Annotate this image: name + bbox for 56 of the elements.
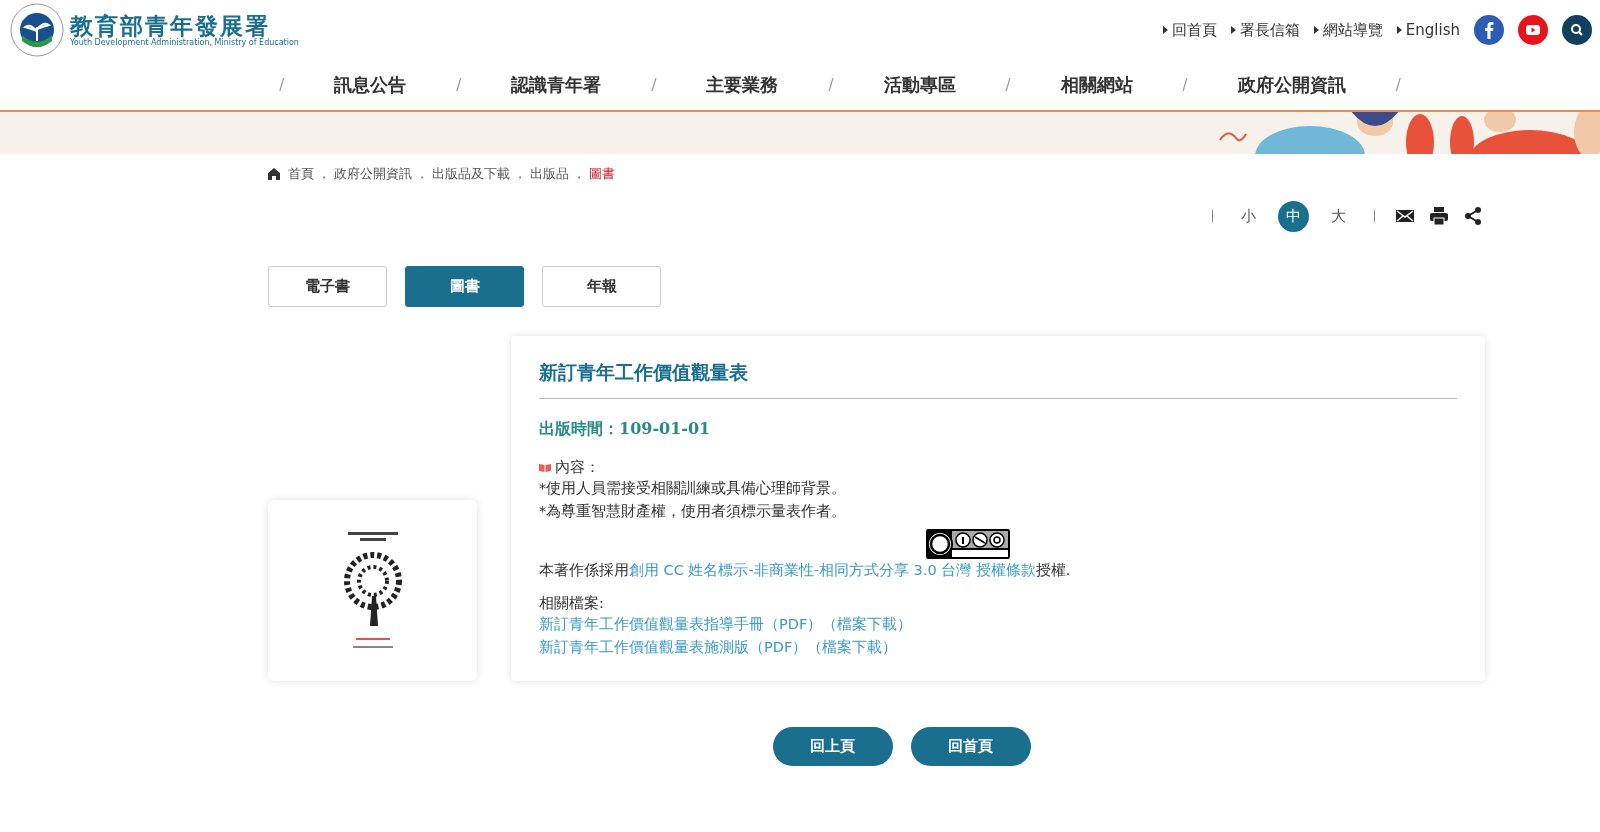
nav-item[interactable]: 認識青年署 xyxy=(511,73,602,97)
tab[interactable]: 圖書 xyxy=(405,266,524,307)
nav-item[interactable]: 活動專區 xyxy=(883,73,956,97)
nav-separator: / xyxy=(1004,76,1012,94)
font-size-button[interactable]: 中 xyxy=(1278,200,1309,232)
nav-button[interactable]: 回首頁 xyxy=(910,727,1031,766)
site-subtitle: Youth Development Administration, Ministry of Education xyxy=(70,38,299,48)
print-icon[interactable] xyxy=(1429,206,1449,226)
nav-item[interactable]: 主要業務 xyxy=(706,73,779,97)
breadcrumb-link[interactable]: 出版品及下載 xyxy=(432,165,510,183)
content-text: *為尊重智慧財產權，使用者須標示量表作者。 xyxy=(539,502,848,521)
share-icon[interactable] xyxy=(1463,206,1483,226)
top-link[interactable]: 署長信箱 xyxy=(1230,20,1300,40)
search-icon[interactable] xyxy=(1562,15,1592,45)
nav-separator: / xyxy=(455,76,463,94)
license-text: 本著作係採用創用 CC 姓名標示-非商業性-相同方式分享 3.0 台灣 授權條款授權. xyxy=(539,561,1072,580)
book-icon xyxy=(539,463,551,472)
breadcrumb-separator: ， xyxy=(573,165,585,183)
breadcrumb-link[interactable]: 政府公開資訊 xyxy=(334,165,412,183)
nav-item[interactable]: 政府公開資訊 xyxy=(1237,73,1346,97)
cc-license-badge[interactable] xyxy=(926,529,1010,559)
breadcrumb-separator: ， xyxy=(514,165,526,183)
breadcrumb-link[interactable]: 首頁 xyxy=(288,165,314,183)
nav-button[interactable]: 回上頁 xyxy=(772,727,893,766)
breadcrumb-separator: ， xyxy=(416,165,428,183)
home-icon xyxy=(268,168,280,180)
tab[interactable]: 年報 xyxy=(542,266,661,307)
nav-separator: / xyxy=(278,76,286,94)
nav-separator: / xyxy=(650,76,658,94)
youtube-icon[interactable] xyxy=(1518,15,1548,45)
top-link[interactable]: 回首頁 xyxy=(1162,20,1217,40)
nav-item[interactable]: 訊息公告 xyxy=(334,73,407,97)
facebook-icon[interactable] xyxy=(1474,15,1504,45)
top-link[interactable]: 網站導覽 xyxy=(1313,20,1383,40)
breadcrumb-link[interactable]: 出版品 xyxy=(530,165,569,183)
nav-separator: / xyxy=(1181,76,1189,94)
nav-item[interactable]: 相關網站 xyxy=(1060,73,1133,97)
nav-separator: / xyxy=(827,76,835,94)
nav-separator: / xyxy=(1394,76,1402,94)
publication-title: 新訂青年工作價值觀量表 xyxy=(539,360,1457,399)
files-label: 相關檔案: xyxy=(539,594,605,613)
tab[interactable]: 電子書 xyxy=(268,266,387,307)
font-size-button[interactable]: 大 xyxy=(1323,200,1354,232)
site-title[interactable]: 教育部青年發展署 xyxy=(70,12,299,39)
ministry-emblem-icon xyxy=(10,3,64,57)
breadcrumb-link[interactable]: 圖書 xyxy=(589,165,615,183)
triangle-bullet-icon xyxy=(1396,26,1402,34)
content-text: *使用人員需接受相關訓練或具備心理師背景。 xyxy=(539,479,848,498)
breadcrumb-separator: ， xyxy=(318,165,330,183)
top-link[interactable]: English xyxy=(1396,21,1460,39)
triangle-bullet-icon xyxy=(1162,26,1168,34)
publish-date: 出版時間：109-01-01 xyxy=(539,419,712,440)
triangle-bullet-icon xyxy=(1230,26,1236,34)
triangle-bullet-icon xyxy=(1313,26,1319,34)
font-size-button[interactable]: 小 xyxy=(1233,200,1264,232)
content-label: 內容： xyxy=(555,458,600,477)
